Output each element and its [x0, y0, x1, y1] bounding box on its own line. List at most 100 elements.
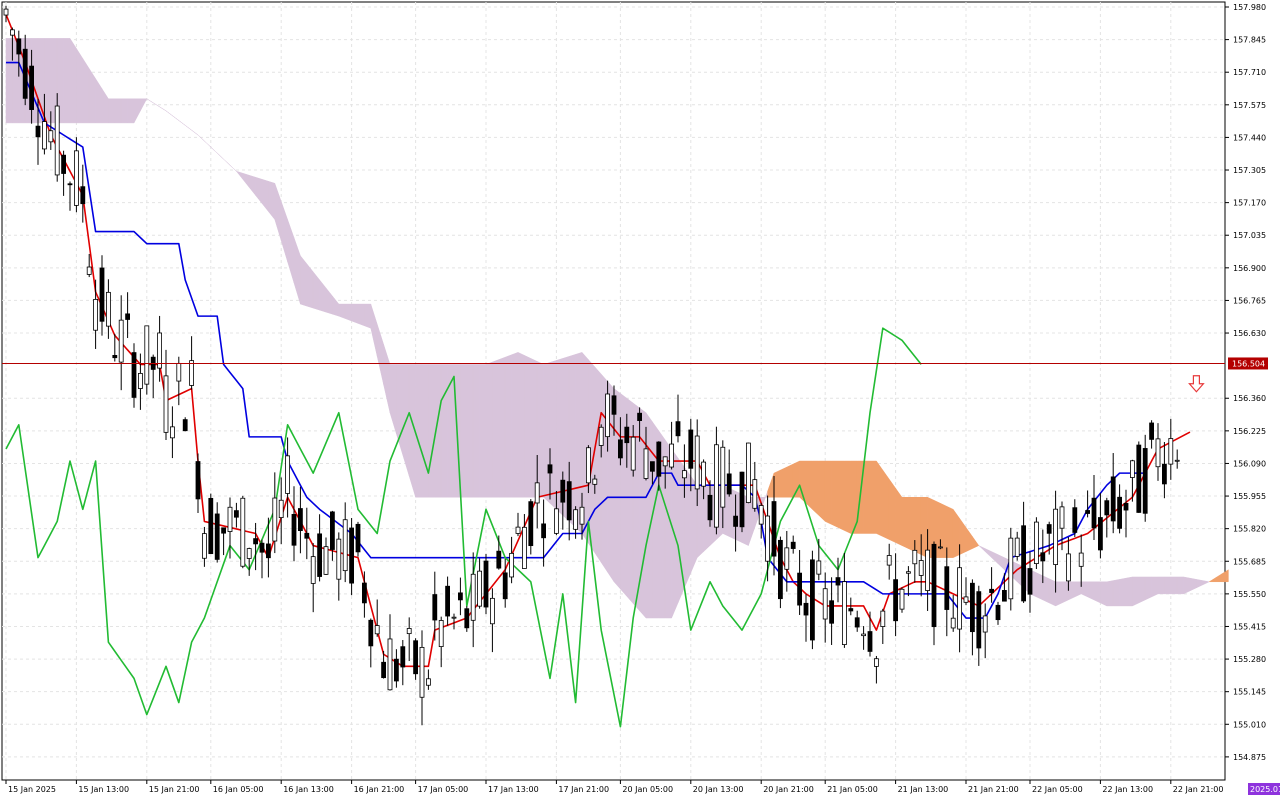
candle-bullish	[419, 646, 425, 698]
candle-bullish	[137, 373, 143, 389]
cloud-segment-span-a	[645, 411, 653, 619]
candle-bearish	[637, 412, 642, 421]
cloud-segment-span-a	[344, 303, 352, 322]
cloud-segment-span-b	[876, 460, 884, 537]
candle-bullish	[752, 479, 758, 509]
chart-canvas: 157.980 157.845 157.710 157.575 157.440 157.3…	[1, 1, 1280, 795]
candle-bullish	[938, 546, 943, 549]
candle-bearish	[502, 572, 508, 600]
candle-bearish	[291, 513, 297, 546]
cloud-segment-span-a	[1138, 576, 1146, 604]
cloud-segment-span-a	[69, 37, 77, 124]
cloud-segment-span-a	[492, 359, 500, 498]
cloud-segment-span-a	[1157, 576, 1165, 595]
cloud-segment-span-a	[1100, 581, 1108, 607]
candle-bearish	[803, 602, 809, 616]
candle-bearish	[221, 527, 227, 534]
candle-bullish	[272, 497, 278, 542]
time-tick-label: 17 Jan 05:00	[418, 785, 469, 794]
cloud-segment-span-a	[1093, 581, 1101, 604]
candle-bullish	[1078, 552, 1084, 567]
ichimoku-chart: 157.980 157.845 157.710 157.575 157.440 157.3…	[0, 0, 1280, 800]
candle-bearish	[381, 661, 387, 679]
time-tick-label: 20 Jan 13:00	[693, 785, 744, 794]
cloud-segment-span-b	[844, 460, 852, 534]
candle-bearish	[1117, 496, 1122, 529]
cloud-segment-span-a	[1036, 572, 1044, 601]
candle-bullish	[643, 448, 649, 479]
cloud-segment-span-a	[114, 98, 122, 124]
cloud-segment-span-a	[517, 351, 525, 498]
cloud-segment-span-b	[812, 460, 820, 516]
candle-bearish	[829, 600, 834, 624]
candle-bullish	[925, 549, 930, 591]
cloud-segment-span-a	[613, 388, 621, 590]
candle-bearish	[726, 473, 732, 495]
candle-bearish	[995, 604, 1001, 621]
candle-bearish	[739, 471, 745, 528]
time-tick-label: 21 Jan 05:00	[827, 785, 878, 794]
candle-bearish	[1046, 524, 1052, 534]
candle-bearish	[131, 352, 137, 398]
cloud-segment-span-a	[690, 475, 698, 573]
cloud-segment-span-a	[511, 351, 519, 498]
candle-bullish	[246, 548, 252, 559]
cloud-segment-span-a	[5, 38, 13, 124]
cloud-segment-span-a	[1119, 577, 1127, 607]
price-tick-label: 157.845	[1233, 36, 1266, 45]
cloud-segment-span-a	[1170, 576, 1178, 595]
cloud-segment-span-a	[1144, 576, 1152, 601]
candle-bullish	[489, 597, 495, 625]
price-tick-label: 155.010	[1233, 720, 1266, 729]
candle-bearish	[304, 532, 310, 539]
candle-bullish	[682, 470, 687, 479]
candle-bullish	[93, 298, 98, 331]
price-tick-label: 157.710	[1233, 68, 1266, 77]
price-axis: 157.980 157.845 157.710 157.575 157.440 157.3…	[1225, 3, 1268, 762]
cloud-segment-span-a	[1151, 576, 1159, 598]
candle-bearish	[80, 186, 86, 205]
candle-bearish	[797, 572, 802, 606]
cloud-segment-span-b	[946, 505, 954, 558]
candle-bullish	[963, 596, 969, 603]
cloud-segment-span-b	[786, 463, 794, 498]
candle-bullish	[336, 538, 342, 580]
candle-bullish	[899, 588, 905, 610]
candle-bullish	[169, 426, 175, 439]
candle-bearish	[656, 441, 662, 477]
candle-bearish	[1162, 463, 1167, 485]
cloud-segment-span-a	[1112, 579, 1120, 607]
cloud-segment-span-b	[824, 460, 832, 525]
candle-bearish	[1136, 444, 1142, 513]
candle-bullish	[605, 393, 610, 438]
cloud-segment-span-b	[780, 466, 788, 498]
candle-bearish	[944, 566, 950, 610]
cloud-segment-span-a	[1048, 578, 1056, 607]
candle-bullish	[144, 325, 150, 385]
price-tick-label: 155.280	[1233, 655, 1266, 664]
candle-bullish	[1059, 506, 1065, 529]
cloud-segment-span-b	[863, 460, 871, 534]
time-tick-label: 15 Jan 21:00	[149, 785, 200, 794]
candle-bullish	[189, 360, 195, 386]
candle-bullish	[201, 533, 207, 559]
candle-bearish	[265, 543, 271, 559]
candle-bearish	[867, 631, 873, 652]
price-tick-label: 155.820	[1233, 525, 1266, 534]
candle-bullish	[822, 588, 828, 620]
price-tick-label: 156.630	[1233, 329, 1266, 338]
cloud-segment-span-b	[837, 460, 845, 531]
candle-bullish	[816, 560, 822, 575]
candle-bearish	[99, 267, 105, 322]
candle-bullish	[451, 616, 457, 619]
cloud-segment-span-a	[1176, 576, 1184, 595]
candle-bullish	[106, 291, 111, 327]
candle-bullish	[694, 435, 700, 490]
price-tick-label: 157.035	[1233, 231, 1266, 240]
candle-bearish	[778, 539, 783, 600]
candle-bearish	[1002, 590, 1007, 602]
candle-bullish	[886, 555, 892, 566]
price-tick-label: 156.225	[1233, 427, 1266, 436]
candle-bearish	[1027, 568, 1033, 595]
cloud-segment-span-a	[447, 364, 455, 498]
